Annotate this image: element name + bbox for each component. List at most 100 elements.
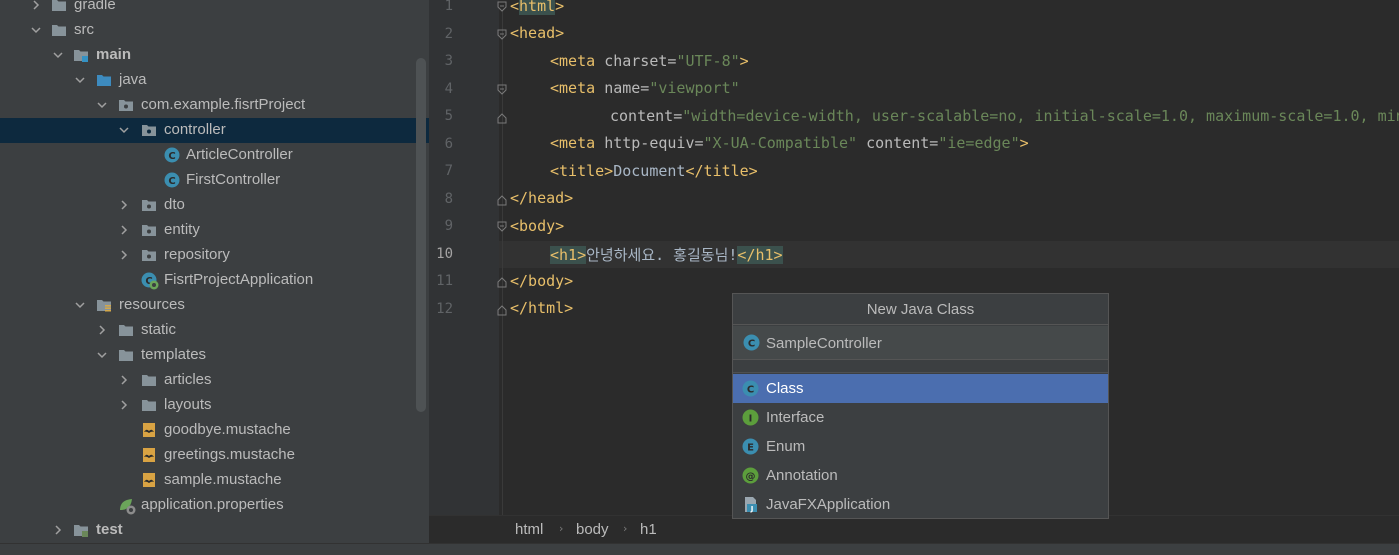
fold-marker-icon[interactable] xyxy=(496,1,508,13)
line-number: 3 xyxy=(444,53,453,69)
line-number: 7 xyxy=(444,163,453,179)
tree-item-label: FisrtProjectApplication xyxy=(164,271,314,288)
tree-item-main[interactable]: main xyxy=(0,43,429,68)
breadcrumb-item-body[interactable]: body xyxy=(576,521,609,538)
fold-marker-icon[interactable] xyxy=(496,84,508,96)
resources-folder-icon xyxy=(96,297,112,313)
chevron-right-icon[interactable] xyxy=(119,375,129,385)
code-line: <head> xyxy=(510,24,565,42)
mustache-file-icon xyxy=(141,422,157,438)
chevron-down-icon[interactable] xyxy=(75,75,85,85)
code-line: <meta name="viewport" xyxy=(550,79,740,97)
tree-item-test[interactable]: test xyxy=(0,518,429,543)
tree-scrollbar[interactable] xyxy=(416,58,426,412)
chevron-right-icon[interactable] xyxy=(97,325,107,335)
status-strip xyxy=(0,543,429,555)
tree-item-templates[interactable]: templates xyxy=(0,343,429,368)
tree-item-goodbye-mustache[interactable]: goodbye.mustache xyxy=(0,418,429,443)
folder-icon xyxy=(141,372,157,388)
tree-item-entity[interactable]: entity xyxy=(0,218,429,243)
javafx-file-icon: J xyxy=(742,496,759,513)
folder-icon xyxy=(51,22,67,38)
class-name-field[interactable]: C xyxy=(733,326,1108,360)
chevron-down-icon[interactable] xyxy=(97,350,107,360)
code-line: <html> xyxy=(510,0,564,15)
tree-item-label: sample.mustache xyxy=(164,471,282,488)
chevron-down-icon[interactable] xyxy=(119,125,129,135)
tree-item-label: layouts xyxy=(164,396,212,413)
svg-text:@: @ xyxy=(746,472,756,483)
chevron-right-icon: › xyxy=(559,522,564,535)
kind-option-javafx-application[interactable]: J JavaFXApplication xyxy=(733,490,1108,519)
line-number: 10 xyxy=(436,246,453,262)
breadcrumb-item-html[interactable]: html xyxy=(515,521,543,538)
source-folder-icon xyxy=(96,72,112,88)
fold-marker-icon[interactable] xyxy=(496,29,508,41)
tree-item-articles[interactable]: articles xyxy=(0,368,429,393)
tree-item-label: test xyxy=(96,521,123,538)
option-label: Enum xyxy=(766,438,806,455)
chevron-down-icon[interactable] xyxy=(53,50,63,60)
tree-item-repository[interactable]: repository xyxy=(0,243,429,268)
chevron-right-icon[interactable] xyxy=(119,200,129,210)
chevron-right-icon[interactable] xyxy=(53,525,63,535)
class-name-input[interactable] xyxy=(766,332,1096,354)
tree-item-sample-mustache[interactable]: sample.mustache xyxy=(0,468,429,493)
tree-item-application-class[interactable]: C FisrtProjectApplication xyxy=(0,268,429,293)
tree-item-label: ArticleController xyxy=(186,146,293,163)
project-tree: gradle src main java com.example.fisrtPr… xyxy=(0,0,429,555)
tree-item-label: greetings.mustache xyxy=(164,446,295,463)
tree-item-controller[interactable]: controller xyxy=(0,118,429,143)
tree-item-label: resources xyxy=(119,296,185,313)
tree-item-label: templates xyxy=(141,346,207,363)
chevron-down-icon[interactable] xyxy=(97,100,107,110)
code-line: </html> xyxy=(510,299,574,317)
chevron-right-icon[interactable] xyxy=(119,225,129,235)
mustache-file-icon xyxy=(141,447,157,463)
chevron-down-icon[interactable] xyxy=(31,25,41,35)
kind-option-annotation[interactable]: @ Annotation xyxy=(733,461,1108,490)
line-number: 6 xyxy=(444,136,453,152)
fold-marker-icon[interactable] xyxy=(496,112,508,124)
tree-item-static[interactable]: static xyxy=(0,318,429,343)
tree-item-java[interactable]: java xyxy=(0,68,429,93)
tree-item-label: FirstController xyxy=(186,171,281,188)
tree-item-label: controller xyxy=(164,121,226,138)
module-folder-icon xyxy=(73,522,89,538)
chevron-right-icon[interactable] xyxy=(31,0,41,10)
status-strip xyxy=(429,543,1399,555)
tree-item-dto[interactable]: dto xyxy=(0,193,429,218)
class-icon: C xyxy=(742,380,759,397)
kind-option-enum[interactable]: E Enum xyxy=(733,432,1108,461)
line-number: 11 xyxy=(436,273,453,289)
tree-item-gradle[interactable]: gradle xyxy=(0,0,429,18)
tree-item-layouts[interactable]: layouts xyxy=(0,393,429,418)
mustache-file-icon xyxy=(141,472,157,488)
popup-title: New Java Class xyxy=(733,294,1108,325)
tree-item-first-controller[interactable]: C FirstController xyxy=(0,168,429,193)
tree-item-resources[interactable]: resources xyxy=(0,293,429,318)
fold-marker-icon[interactable] xyxy=(496,221,508,233)
svg-text:I: I xyxy=(749,414,753,425)
tree-item-label: articles xyxy=(164,371,212,388)
package-icon xyxy=(118,97,134,113)
annotation-icon: @ xyxy=(742,467,759,484)
kind-option-class[interactable]: C Class xyxy=(733,374,1108,403)
code-line-current: <h1>안녕하세요. 홍길동님!</h1> xyxy=(550,246,783,264)
chevron-right-icon[interactable] xyxy=(119,400,129,410)
fold-marker-icon[interactable] xyxy=(496,194,508,206)
tree-item-application-properties[interactable]: application.properties xyxy=(0,493,429,518)
tree-item-src[interactable]: src xyxy=(0,18,429,43)
chevron-down-icon[interactable] xyxy=(75,300,85,310)
line-number: 5 xyxy=(444,108,453,124)
chevron-right-icon[interactable] xyxy=(119,250,129,260)
tree-item-greetings-mustache[interactable]: greetings.mustache xyxy=(0,443,429,468)
svg-text:C: C xyxy=(168,176,175,187)
fold-marker-icon[interactable] xyxy=(496,276,508,288)
kind-option-interface[interactable]: I Interface xyxy=(733,403,1108,432)
tree-item-package[interactable]: com.example.fisrtProject xyxy=(0,93,429,118)
folder-icon xyxy=(141,397,157,413)
breadcrumb-item-h1[interactable]: h1 xyxy=(640,521,657,538)
tree-item-article-controller[interactable]: C ArticleController xyxy=(0,143,429,168)
fold-marker-icon[interactable] xyxy=(496,304,508,316)
